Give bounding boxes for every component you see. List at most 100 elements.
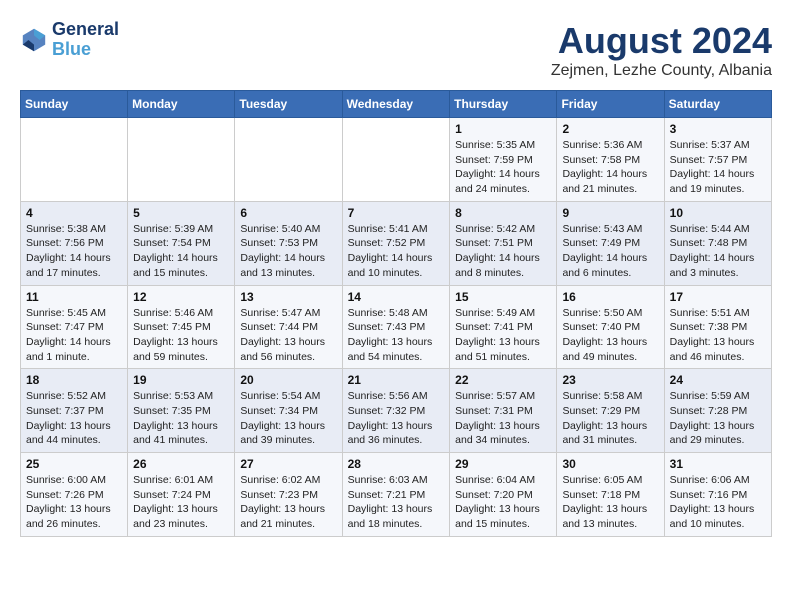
day-cell-16: 16 Sunrise: 5:50 AM Sunset: 7:40 PM Dayli…: [557, 285, 664, 369]
day-info: Sunrise: 6:03 AM Sunset: 7:21 PM Dayligh…: [348, 473, 445, 532]
day-number: 10: [670, 206, 766, 220]
weekday-header-thursday: Thursday: [450, 91, 557, 118]
page-header: General Blue August 2024 Zejmen, Lezhe C…: [20, 20, 772, 80]
day-cell-11: 11 Sunrise: 5:45 AM Sunset: 7:47 PM Dayli…: [21, 285, 128, 369]
day-info: Sunrise: 6:02 AM Sunset: 7:23 PM Dayligh…: [240, 473, 336, 532]
empty-cell: [21, 118, 128, 202]
day-cell-6: 6Sunrise: 5:40 AM Sunset: 7:53 PM Daylig…: [235, 201, 342, 285]
day-info: Sunrise: 5:49 AM Sunset: 7:41 PM Dayligh…: [455, 306, 551, 365]
day-number: 28: [348, 457, 445, 471]
empty-cell: [128, 118, 235, 202]
weekday-header-sunday: Sunday: [21, 91, 128, 118]
day-cell-8: 8 Sunrise: 5:42 AM Sunset: 7:51 PM Daylig…: [450, 201, 557, 285]
day-cell-25: 25Sunrise: 6:00 AM Sunset: 7:26 PM Dayli…: [21, 453, 128, 537]
logo-icon: [20, 26, 48, 54]
logo-line1: General: [52, 20, 119, 40]
day-number: 14: [348, 290, 445, 304]
week-row-5: 25Sunrise: 6:00 AM Sunset: 7:26 PM Dayli…: [21, 453, 772, 537]
day-cell-5: 5 Sunrise: 5:39 AM Sunset: 7:54 PM Daylig…: [128, 201, 235, 285]
day-info: Sunrise: 5:44 AM Sunset: 7:48 PM Dayligh…: [670, 222, 766, 281]
day-cell-27: 27 Sunrise: 6:02 AM Sunset: 7:23 PM Dayli…: [235, 453, 342, 537]
day-number: 22: [455, 373, 551, 387]
day-info: Sunrise: 5:47 AM Sunset: 7:44 PM Dayligh…: [240, 306, 336, 365]
day-info: Sunrise: 5:41 AM Sunset: 7:52 PM Dayligh…: [348, 222, 445, 281]
day-number: 30: [562, 457, 658, 471]
day-cell-31: 31Sunrise: 6:06 AM Sunset: 7:16 PM Dayli…: [664, 453, 771, 537]
day-info: Sunrise: 5:53 AM Sunset: 7:35 PM Dayligh…: [133, 389, 229, 448]
day-info: Sunrise: 5:39 AM Sunset: 7:54 PM Dayligh…: [133, 222, 229, 281]
day-info: Sunrise: 5:59 AM Sunset: 7:28 PM Dayligh…: [670, 389, 766, 448]
day-number: 8: [455, 206, 551, 220]
week-row-4: 18Sunrise: 5:52 AM Sunset: 7:37 PM Dayli…: [21, 369, 772, 453]
day-cell-19: 19 Sunrise: 5:53 AM Sunset: 7:35 PM Dayli…: [128, 369, 235, 453]
weekday-header-monday: Monday: [128, 91, 235, 118]
day-number: 17: [670, 290, 766, 304]
day-info: Sunrise: 5:37 AM Sunset: 7:57 PM Dayligh…: [670, 138, 766, 197]
day-number: 1: [455, 122, 551, 136]
day-number: 26: [133, 457, 229, 471]
day-cell-26: 26 Sunrise: 6:01 AM Sunset: 7:24 PM Dayli…: [128, 453, 235, 537]
day-number: 9: [562, 206, 658, 220]
empty-cell: [235, 118, 342, 202]
weekday-header-tuesday: Tuesday: [235, 91, 342, 118]
day-info: Sunrise: 5:48 AM Sunset: 7:43 PM Dayligh…: [348, 306, 445, 365]
weekday-header-saturday: Saturday: [664, 91, 771, 118]
day-number: 3: [670, 122, 766, 136]
day-number: 19: [133, 373, 229, 387]
logo-line2: Blue: [52, 39, 91, 59]
day-cell-23: 23Sunrise: 5:58 AM Sunset: 7:29 PM Dayli…: [557, 369, 664, 453]
day-info: Sunrise: 5:51 AM Sunset: 7:38 PM Dayligh…: [670, 306, 766, 365]
week-row-3: 11 Sunrise: 5:45 AM Sunset: 7:47 PM Dayli…: [21, 285, 772, 369]
day-number: 13: [240, 290, 336, 304]
day-number: 7: [348, 206, 445, 220]
day-number: 15: [455, 290, 551, 304]
day-cell-30: 30 Sunrise: 6:05 AM Sunset: 7:18 PM Dayli…: [557, 453, 664, 537]
day-cell-14: 14 Sunrise: 5:48 AM Sunset: 7:43 PM Dayli…: [342, 285, 450, 369]
day-cell-3: 3 Sunrise: 5:37 AM Sunset: 7:57 PM Daylig…: [664, 118, 771, 202]
day-cell-12: 12 Sunrise: 5:46 AM Sunset: 7:45 PM Dayli…: [128, 285, 235, 369]
day-info: Sunrise: 5:50 AM Sunset: 7:40 PM Dayligh…: [562, 306, 658, 365]
day-cell-1: 1 Sunrise: 5:35 AM Sunset: 7:59 PM Daylig…: [450, 118, 557, 202]
day-cell-4: 4 Sunrise: 5:38 AM Sunset: 7:56 PM Daylig…: [21, 201, 128, 285]
day-cell-7: 7 Sunrise: 5:41 AM Sunset: 7:52 PM Daylig…: [342, 201, 450, 285]
day-info: Sunrise: 5:42 AM Sunset: 7:51 PM Dayligh…: [455, 222, 551, 281]
day-number: 11: [26, 290, 122, 304]
day-info: Sunrise: 6:05 AM Sunset: 7:18 PM Dayligh…: [562, 473, 658, 532]
week-row-2: 4 Sunrise: 5:38 AM Sunset: 7:56 PM Daylig…: [21, 201, 772, 285]
day-number: 5: [133, 206, 229, 220]
day-info: Sunrise: 6:01 AM Sunset: 7:24 PM Dayligh…: [133, 473, 229, 532]
day-cell-24: 24Sunrise: 5:59 AM Sunset: 7:28 PM Dayli…: [664, 369, 771, 453]
day-number: 29: [455, 457, 551, 471]
day-number: 4: [26, 206, 122, 220]
day-number: 21: [348, 373, 445, 387]
title-block: August 2024 Zejmen, Lezhe County, Albani…: [551, 20, 772, 80]
main-title: August 2024: [551, 20, 772, 62]
day-info: Sunrise: 5:54 AM Sunset: 7:34 PM Dayligh…: [240, 389, 336, 448]
day-info: Sunrise: 5:58 AM Sunset: 7:29 PM Dayligh…: [562, 389, 658, 448]
day-info: Sunrise: 5:35 AM Sunset: 7:59 PM Dayligh…: [455, 138, 551, 197]
day-cell-17: 17 Sunrise: 5:51 AM Sunset: 7:38 PM Dayli…: [664, 285, 771, 369]
day-number: 12: [133, 290, 229, 304]
logo-text: General Blue: [52, 20, 119, 60]
day-info: Sunrise: 5:46 AM Sunset: 7:45 PM Dayligh…: [133, 306, 229, 365]
day-number: 6: [240, 206, 336, 220]
weekday-header-row: SundayMondayTuesdayWednesdayThursdayFrid…: [21, 91, 772, 118]
day-info: Sunrise: 5:38 AM Sunset: 7:56 PM Dayligh…: [26, 222, 122, 281]
day-cell-2: 2Sunrise: 5:36 AM Sunset: 7:58 PM Daylig…: [557, 118, 664, 202]
logo: General Blue: [20, 20, 119, 60]
day-cell-18: 18Sunrise: 5:52 AM Sunset: 7:37 PM Dayli…: [21, 369, 128, 453]
day-number: 25: [26, 457, 122, 471]
day-info: Sunrise: 6:04 AM Sunset: 7:20 PM Dayligh…: [455, 473, 551, 532]
day-number: 20: [240, 373, 336, 387]
day-cell-10: 10 Sunrise: 5:44 AM Sunset: 7:48 PM Dayli…: [664, 201, 771, 285]
day-cell-20: 20 Sunrise: 5:54 AM Sunset: 7:34 PM Dayli…: [235, 369, 342, 453]
day-number: 18: [26, 373, 122, 387]
day-cell-21: 21Sunrise: 5:56 AM Sunset: 7:32 PM Dayli…: [342, 369, 450, 453]
day-number: 27: [240, 457, 336, 471]
subtitle: Zejmen, Lezhe County, Albania: [551, 62, 772, 80]
day-info: Sunrise: 5:45 AM Sunset: 7:47 PM Dayligh…: [26, 306, 122, 365]
calendar: SundayMondayTuesdayWednesdayThursdayFrid…: [20, 90, 772, 537]
day-cell-13: 13 Sunrise: 5:47 AM Sunset: 7:44 PM Dayli…: [235, 285, 342, 369]
day-number: 31: [670, 457, 766, 471]
day-number: 16: [562, 290, 658, 304]
